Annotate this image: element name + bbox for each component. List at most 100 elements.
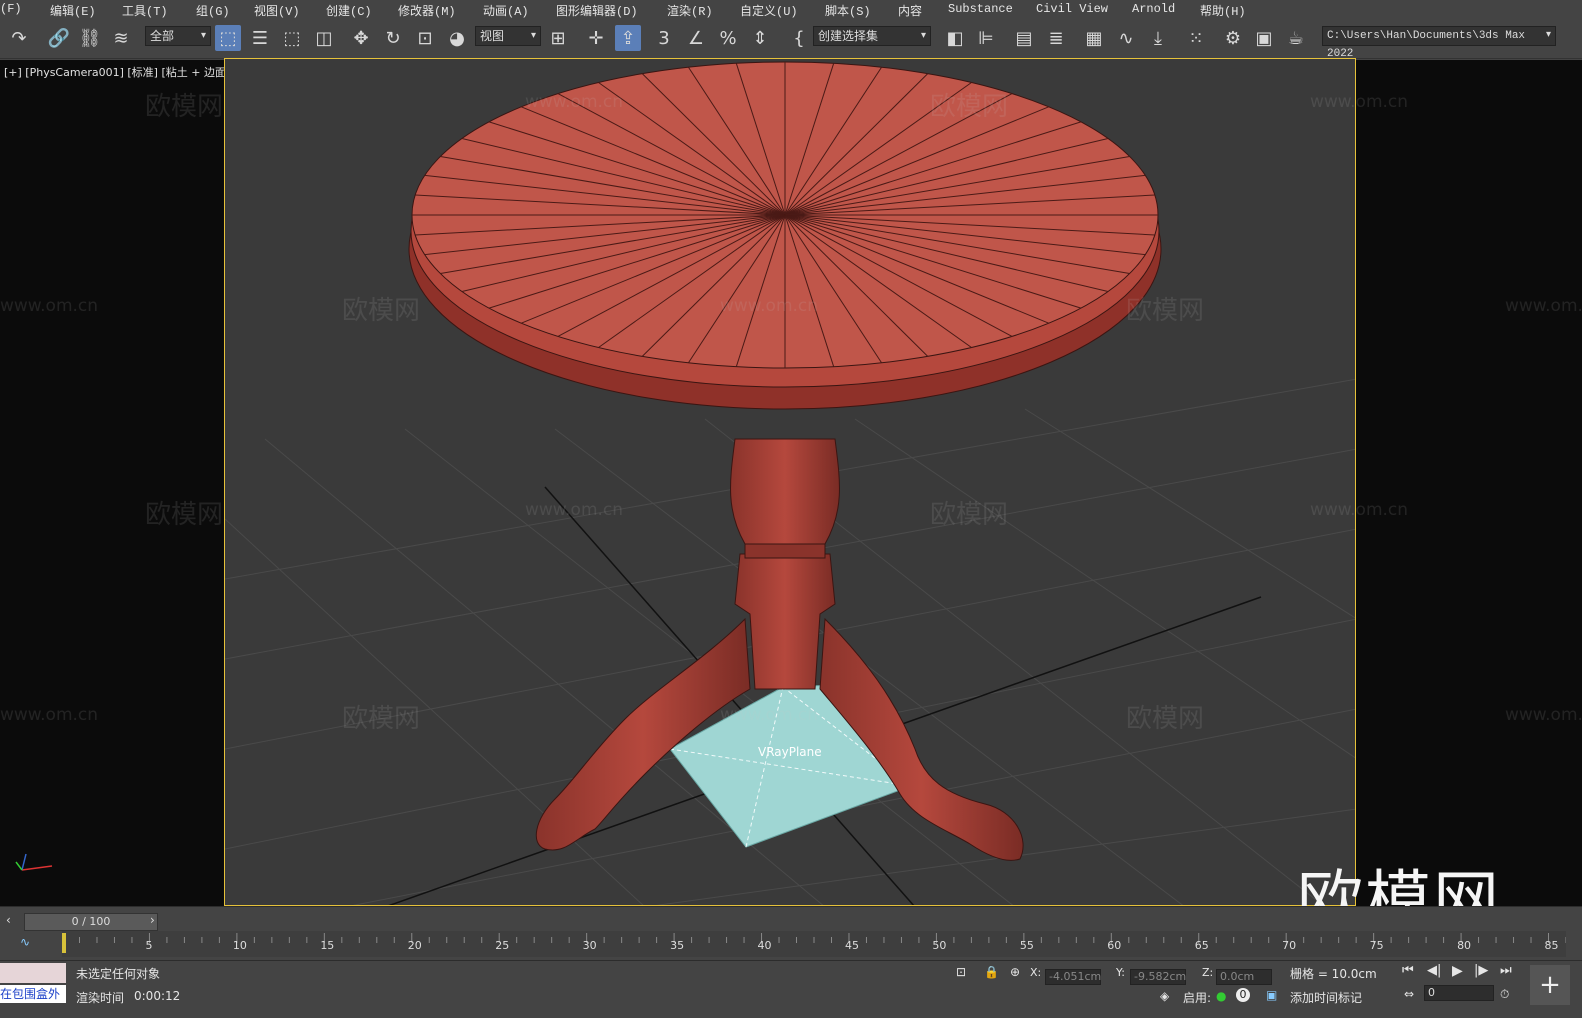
render-setup-icon[interactable]: ⚙ [1220, 25, 1246, 51]
curve-editor-icon[interactable]: ∿ [1113, 25, 1139, 51]
align-icon[interactable]: ⊫ [973, 25, 999, 51]
move-icon[interactable]: ✥ [348, 25, 374, 51]
ruler-label: 15 [320, 939, 335, 952]
next-frame-icon[interactable]: |▶ [1474, 963, 1488, 978]
left-viewport-area [0, 60, 224, 906]
menu-edit[interactable]: 编辑(E) [50, 2, 96, 19]
x-coord-field[interactable]: -4.051cm [1045, 969, 1101, 985]
watermark: www.om.cn [525, 500, 624, 520]
select-icon[interactable]: ⬚ [215, 25, 241, 51]
ref-coord-dropdown[interactable]: 视图 [475, 26, 541, 46]
menu-create[interactable]: 创建(C) [326, 2, 372, 19]
right-viewport-area [1356, 60, 1582, 906]
previous-frame-icon[interactable]: ◀| [1427, 963, 1441, 978]
snap3-icon[interactable]: 3 [651, 25, 677, 51]
link-icon[interactable]: 🔗 [46, 25, 72, 51]
curve-editor-mini-icon[interactable]: ∿ [20, 935, 30, 949]
absolute-mode-icon[interactable]: ⊕ [1010, 965, 1020, 979]
menu-customize[interactable]: 自定义(U) [740, 2, 798, 19]
time-slider[interactable]: 0 / 100 [24, 913, 158, 931]
select-manipulate-icon[interactable]: ✛ [583, 25, 609, 51]
scale-icon[interactable]: ⊡ [412, 25, 438, 51]
render-icon[interactable]: ☕ [1283, 25, 1309, 51]
add-time-tag[interactable]: 添加时间标记 [1290, 989, 1362, 1006]
adaptive-degradation-icon[interactable]: ◈ [1160, 989, 1169, 1003]
bind-spacewarp-icon[interactable]: ≋ [108, 25, 134, 51]
isolate-icon[interactable]: ⊡ [956, 965, 966, 979]
menu-scripting[interactable]: 脚本(S) [825, 2, 871, 19]
menu-content[interactable]: 内容 [898, 2, 922, 19]
watermark: www.om.cn [1505, 705, 1582, 725]
unlink-icon[interactable]: ⛓ [77, 25, 103, 51]
named-selection-dropdown[interactable]: 创建选择集 [813, 26, 931, 46]
angle-snap-icon[interactable]: ∠ [683, 25, 709, 51]
ruler-label: 45 [844, 939, 859, 952]
z-coord-field[interactable]: 0.0cm [1216, 969, 1272, 985]
lock-icon[interactable]: 🔒 [984, 965, 999, 979]
go-to-start-icon[interactable]: ⏮ [1402, 963, 1414, 978]
select-by-name-icon[interactable]: ☰ [247, 25, 273, 51]
edit-named-sel-icon[interactable]: { [786, 25, 812, 51]
prev-frame-icon[interactable]: ‹ [6, 913, 11, 927]
layer-explorer-icon[interactable]: ▤ [1011, 25, 1037, 51]
ruler-label: 20 [407, 939, 422, 952]
watermark: www.om.cn [720, 705, 819, 725]
window-crossing-icon[interactable]: ◫ [311, 25, 337, 51]
menu-civil-view[interactable]: Civil View [1036, 2, 1108, 16]
watermark: www.om.cn [720, 296, 819, 316]
watermark: www.om.cn [1310, 92, 1409, 112]
status-dot-icon: ● [1216, 989, 1227, 1003]
watermark: www.om.cn [0, 296, 99, 316]
y-coord-field[interactable]: -9.582cm [1130, 969, 1186, 985]
menu-rendering[interactable]: 渲染(R) [667, 2, 713, 19]
add-icon[interactable]: + [1530, 965, 1570, 1005]
ruler-label: 40 [757, 939, 772, 952]
redo-icon[interactable]: ↷ [6, 25, 32, 51]
menu-substance[interactable]: Substance [948, 2, 1013, 16]
key-mode-icon[interactable]: ⇔ [1404, 987, 1414, 1001]
time-config-icon[interactable]: ⏱ [1500, 987, 1509, 1002]
viewport-label[interactable]: [+] [PhysCamera001] [标准] [粘土 + 边面] [4, 64, 230, 80]
pivot-icon[interactable]: ⊞ [545, 25, 571, 51]
menu-views[interactable]: 视图(V) [254, 2, 300, 19]
time-tag-icon[interactable]: ▣ [1266, 988, 1277, 1002]
camera-viewport[interactable]: VRayPlane [224, 58, 1356, 906]
menu-group[interactable]: 组(G) [196, 2, 230, 19]
ruler-label: 70 [1282, 939, 1297, 952]
menu-help[interactable]: 帮助(H) [1200, 2, 1246, 19]
selection-filter-dropdown[interactable]: 全部 [145, 26, 211, 46]
track-bar[interactable] [62, 931, 1566, 957]
maxscript-listener[interactable] [0, 963, 66, 983]
render-frame-icon[interactable]: ▣ [1251, 25, 1277, 51]
menu-modifiers[interactable]: 修改器(M) [398, 2, 456, 19]
menu-graph-editors[interactable]: 图形编辑器(D) [556, 2, 638, 19]
keyboard-shortcut-icon[interactable]: ⇪ [615, 25, 641, 51]
maxscript-hint[interactable]: 在包围盒外 [0, 985, 66, 1003]
spinner-snap-icon[interactable]: ⇕ [747, 25, 773, 51]
watermark: www.om.cn [1505, 296, 1582, 316]
scene-explorer-icon[interactable]: ▦ [1081, 25, 1107, 51]
play-icon[interactable]: ▶ [1452, 963, 1463, 979]
menu-file[interactable]: (F) [0, 2, 22, 16]
z-label: Z: [1202, 966, 1214, 979]
watermark: 欧模网 [930, 500, 1009, 530]
next-frame-icon[interactable]: › [150, 913, 155, 927]
place-icon[interactable]: ◕ [444, 25, 470, 51]
watermark: 欧模网 [1126, 296, 1205, 326]
current-frame-field[interactable]: 0 [1424, 985, 1494, 1001]
rect-region-icon[interactable]: ⬚ [279, 25, 305, 51]
project-path-dropdown[interactable]: C:\Users\Han\Documents\3ds Max 2022 [1322, 26, 1556, 60]
menu-tools[interactable]: 工具(T) [122, 2, 168, 19]
material-editor-icon[interactable]: ⁙ [1183, 25, 1209, 51]
rotate-icon[interactable]: ↻ [380, 25, 406, 51]
toggle-ribbon-icon[interactable]: ≣ [1043, 25, 1069, 51]
schematic-icon[interactable]: ⤓ [1145, 25, 1171, 51]
mirror-icon[interactable]: ◧ [942, 25, 968, 51]
go-to-end-icon[interactable]: ⏭ [1500, 963, 1512, 978]
menu-animation[interactable]: 动画(A) [483, 2, 529, 19]
percent-snap-icon[interactable]: % [715, 25, 741, 51]
scene-render: VRayPlane [225, 61, 1355, 905]
menu-arnold[interactable]: Arnold [1132, 2, 1175, 16]
ruler-label: 85 [1544, 939, 1559, 952]
watermark: www.om.cn [525, 92, 624, 112]
